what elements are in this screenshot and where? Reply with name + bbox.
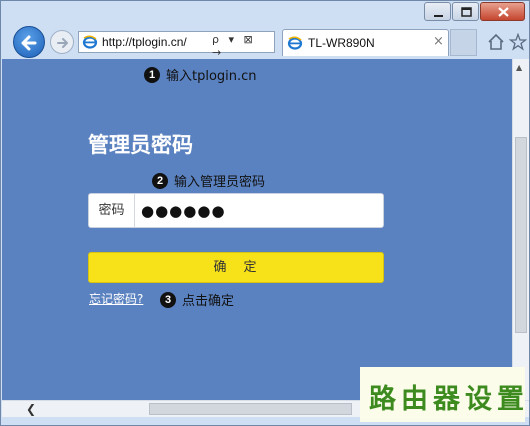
back-button[interactable] — [13, 26, 45, 58]
password-label: 密码 — [89, 194, 135, 227]
step-text: 输入tplogin.cn — [166, 69, 257, 84]
scroll-up-icon[interactable]: ▲ — [516, 63, 522, 72]
minimize-button[interactable] — [424, 2, 451, 21]
ie-logo-icon — [287, 36, 303, 50]
address-text[interactable]: http://tplogin.cn/ — [102, 35, 187, 49]
star-icon[interactable] — [509, 33, 527, 51]
back-arrow-icon — [21, 35, 37, 51]
forward-arrow-icon — [57, 38, 68, 48]
vertical-scroll-thumb[interactable] — [515, 137, 527, 333]
tab-close-icon[interactable]: × — [433, 34, 444, 49]
scroll-left-icon[interactable]: ❮ — [26, 402, 36, 416]
maximize-button[interactable] — [452, 2, 479, 21]
step-text: 输入管理员密码 — [174, 175, 266, 190]
forward-button[interactable] — [50, 30, 74, 54]
tab-title: TL-WR890N — [308, 36, 375, 50]
step-number-badge: 2 — [152, 172, 168, 189]
page-title: 管理员密码 — [88, 133, 193, 157]
confirm-button[interactable]: 确 定 — [88, 252, 384, 283]
watermark-text: 路由器设置 — [369, 384, 529, 415]
minimize-icon — [434, 15, 443, 17]
step-text: 点击确定 — [182, 294, 235, 309]
new-tab-button[interactable] — [450, 29, 477, 56]
home-icon[interactable] — [487, 33, 505, 51]
maximize-icon — [461, 7, 472, 17]
step-number-badge: 1 — [144, 66, 160, 83]
page-content: 1 输入tplogin.cn 管理员密码 2 输入管理员密码 密码 确 定 忘记… — [2, 59, 512, 400]
step-1-annotation: 1 输入tplogin.cn — [144, 65, 257, 84]
password-input[interactable] — [141, 198, 377, 223]
watermark: 路由器设置 — [360, 367, 525, 422]
step-2-annotation: 2 输入管理员密码 — [152, 171, 265, 190]
horizontal-scroll-thumb[interactable] — [149, 403, 352, 415]
browser-window: http://tplogin.cn/ ρ ▾ ⊠ → TL-WR890N × 1… — [0, 0, 530, 426]
close-window-button[interactable] — [480, 2, 525, 21]
step-3-annotation: 3 点击确定 — [160, 290, 234, 309]
search-icon[interactable]: ρ ▾ ⊠ → — [212, 33, 274, 59]
tab-active[interactable]: TL-WR890N × — [282, 29, 449, 56]
close-icon — [498, 7, 509, 17]
address-bar[interactable]: http://tplogin.cn/ ρ ▾ ⊠ → — [78, 31, 275, 59]
forgot-password-link[interactable]: 忘记密码? — [89, 290, 143, 307]
step-number-badge: 3 — [160, 291, 176, 308]
ie-logo-icon — [82, 35, 98, 49]
vertical-scrollbar[interactable]: ▲ — [512, 59, 529, 400]
password-field[interactable]: 密码 — [88, 193, 384, 228]
